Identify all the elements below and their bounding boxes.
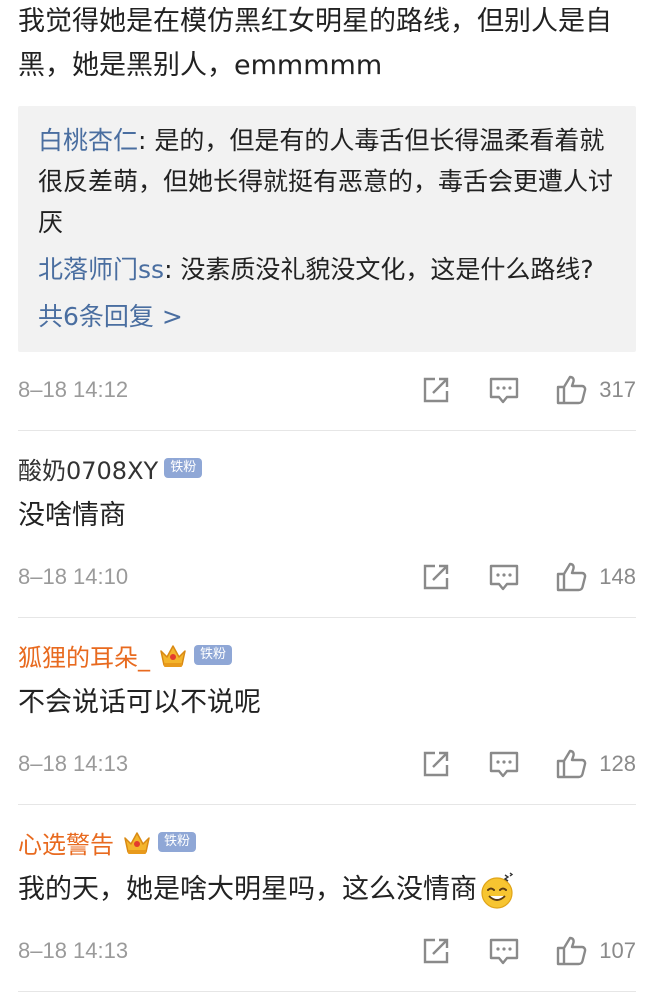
comment-item: 酸奶0708XY 铁粉 没啥情商 8–18 14:10 148 bbox=[18, 431, 636, 618]
comment-time: 8–18 14:13 bbox=[18, 938, 129, 963]
comment-text: 我觉得她是在模仿黑红女明星的路线，但别人是自黑，她是黑别人，emmmmm bbox=[18, 6, 612, 81]
username[interactable]: 狐狸的耳朵_ bbox=[18, 638, 150, 673]
top-comment: 我觉得她是在模仿黑红女明星的路线，但别人是自黑，她是黑别人，emmmmm 白桃杏… bbox=[18, 0, 636, 431]
like-button[interactable]: 107 bbox=[555, 935, 636, 967]
share-icon[interactable] bbox=[419, 560, 453, 594]
comment-time: 8–18 14:10 bbox=[18, 564, 129, 589]
comment-header: 酸奶0708XY 铁粉 bbox=[18, 449, 636, 487]
username[interactable]: 心选警告 bbox=[18, 825, 114, 860]
comment-item: 心选警告 铁粉 我的天，她是啥大明星吗，这么没情商 8–18 14:13 107 bbox=[18, 805, 636, 992]
crown-icon bbox=[122, 828, 152, 856]
sweating-smile-emoji-icon bbox=[479, 871, 517, 910]
comment-text: 我的天，她是啥大明星吗，这么没情商 bbox=[18, 867, 636, 913]
crown-icon bbox=[158, 641, 188, 669]
comment-meta: 8–18 14:13 128 bbox=[18, 736, 636, 792]
divider bbox=[18, 991, 636, 992]
comment-meta: 8–18 14:10 148 bbox=[18, 549, 636, 605]
share-icon[interactable] bbox=[419, 934, 453, 968]
comment-meta: 8–18 14:12 317 bbox=[18, 362, 636, 418]
thumbs-up-icon[interactable] bbox=[555, 748, 589, 780]
comment-icon[interactable] bbox=[487, 373, 521, 407]
like-button[interactable]: 148 bbox=[555, 561, 636, 593]
fan-badge: 铁粉 bbox=[194, 645, 233, 665]
comment-text: 没啥情商 bbox=[18, 500, 126, 531]
comment-text-content: 我的天，她是啥大明星吗，这么没情商 bbox=[18, 874, 477, 905]
like-count: 107 bbox=[599, 938, 636, 963]
username[interactable]: 酸奶0708XY bbox=[18, 451, 158, 486]
fan-badge: 铁粉 bbox=[164, 458, 203, 478]
like-count: 148 bbox=[599, 564, 636, 589]
more-replies-link[interactable]: 共6条回复 > bbox=[38, 296, 616, 338]
reply-username[interactable]: 北落师门ss bbox=[38, 255, 164, 284]
comment-header: 狐狸的耳朵_ 铁粉 bbox=[18, 636, 636, 674]
like-count: 317 bbox=[599, 377, 636, 402]
comment-icon[interactable] bbox=[487, 747, 521, 781]
comment-actions: 148 bbox=[385, 560, 636, 594]
comment-header: 心选警告 铁粉 bbox=[18, 823, 636, 861]
comment-icon[interactable] bbox=[487, 934, 521, 968]
reply-text: : 没素质没礼貌没文化，这是什么路线? bbox=[164, 255, 594, 284]
share-icon[interactable] bbox=[419, 373, 453, 407]
comment-actions: 107 bbox=[385, 934, 636, 968]
fan-badge: 铁粉 bbox=[158, 832, 197, 852]
thumbs-up-icon[interactable] bbox=[555, 935, 589, 967]
thumbs-up-icon[interactable] bbox=[555, 561, 589, 593]
like-button[interactable]: 317 bbox=[555, 374, 636, 406]
comment-time: 8–18 14:13 bbox=[18, 751, 129, 776]
comment-actions: 128 bbox=[385, 747, 636, 781]
like-button[interactable]: 128 bbox=[555, 748, 636, 780]
thumbs-up-icon[interactable] bbox=[555, 374, 589, 406]
comment-meta: 8–18 14:13 107 bbox=[18, 923, 636, 979]
comment-actions: 317 bbox=[385, 373, 636, 407]
reply-item[interactable]: 白桃杏仁: 是的，但是有的人毒舌但长得温柔看着就很反差萌，但她长得就挺有恶意的，… bbox=[38, 120, 616, 243]
like-count: 128 bbox=[599, 751, 636, 776]
reply-box[interactable]: 白桃杏仁: 是的，但是有的人毒舌但长得温柔看着就很反差萌，但她长得就挺有恶意的，… bbox=[18, 106, 636, 352]
comment-text: 不会说话可以不说呢 bbox=[18, 687, 261, 718]
comment-item: 狐狸的耳朵_ 铁粉 不会说话可以不说呢 8–18 14:13 128 bbox=[18, 618, 636, 805]
share-icon[interactable] bbox=[419, 747, 453, 781]
reply-item[interactable]: 北落师门ss: 没素质没礼貌没文化，这是什么路线? bbox=[38, 249, 616, 290]
comment-icon[interactable] bbox=[487, 560, 521, 594]
comment-time: 8–18 14:12 bbox=[18, 377, 129, 402]
reply-username[interactable]: 白桃杏仁 bbox=[38, 126, 138, 155]
